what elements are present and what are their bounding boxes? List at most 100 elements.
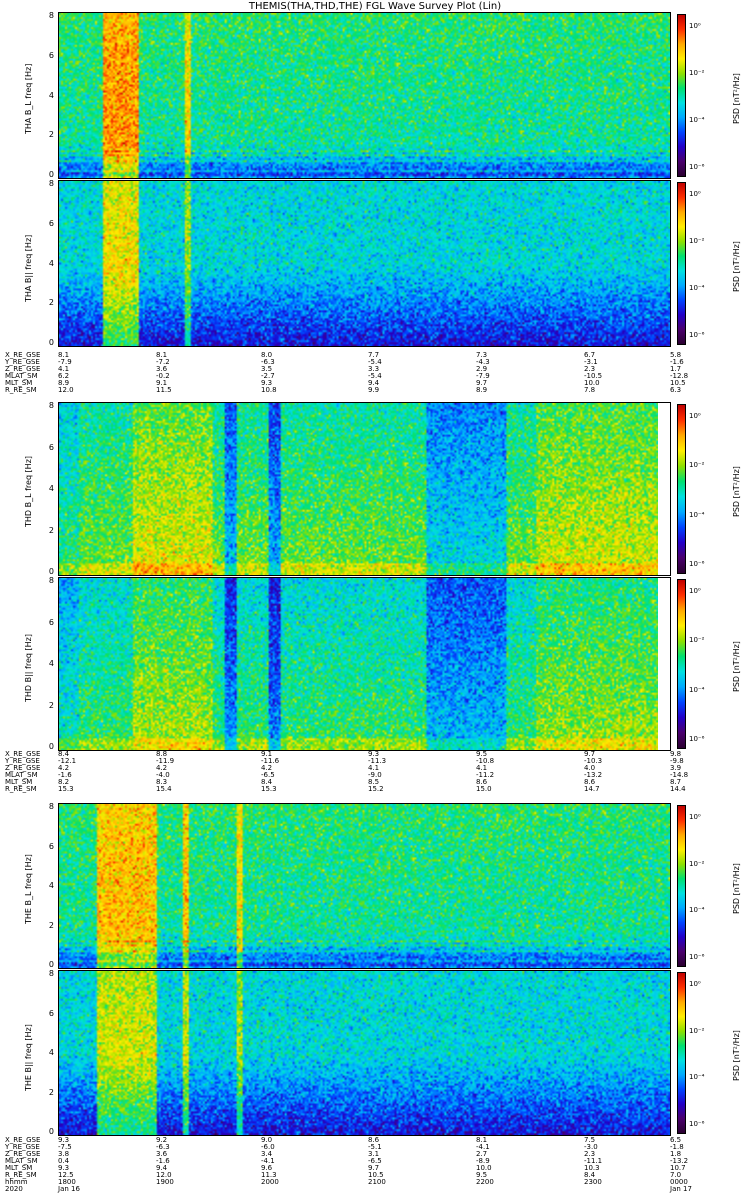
colorbar-tick-label: 10⁻² <box>689 237 705 245</box>
y-tick-label: 6 <box>48 442 54 452</box>
colorbar-tick-label: 10⁻² <box>689 859 705 868</box>
ephemeris-value: 12.0 <box>58 386 74 394</box>
colorbar-tick-label: 10⁻⁴ <box>689 284 705 292</box>
y-tick-label: 2 <box>48 1087 54 1097</box>
colorbar-tick-label: 10⁰ <box>689 412 701 420</box>
ephemeris-value: 15.3 <box>58 785 74 793</box>
y-axis-label: THE B_L freq [Hz] <box>24 854 33 924</box>
thd-perp-spectrogram <box>58 402 671 576</box>
y-tick-label: 4 <box>48 881 54 890</box>
ephemeris-value: 6.3 <box>670 386 682 394</box>
ephemeris-value: 15.4 <box>156 785 172 793</box>
thd-perp-psd-heatmap <box>59 403 670 575</box>
y-tick-label: 8 <box>48 969 54 978</box>
ephemeris-value: 11.5 <box>156 386 172 394</box>
colorbar-tick-label: 10⁰ <box>689 190 701 198</box>
y-tick-label: 4 <box>48 659 54 668</box>
ephemeris-value: 7.8 <box>584 386 596 394</box>
tha-perp-psd-heatmap <box>59 13 670 178</box>
colorbar-tick-label: 10⁻⁶ <box>689 953 705 961</box>
y-tick-label: 8 <box>48 11 54 20</box>
y-axis-label: THD B_L freq [Hz] <box>24 455 33 527</box>
ephemeris-value: 15.0 <box>476 785 492 793</box>
colorbar-tick-label: 10⁻⁶ <box>689 163 705 171</box>
colorbar-tick-label: 10⁻⁴ <box>689 116 705 124</box>
y-tick-label: 8 <box>48 576 54 585</box>
colorbar <box>677 404 686 574</box>
colorbar <box>677 14 686 177</box>
y-axis-label: THA B_L freq [Hz] <box>24 63 33 134</box>
y-tick-label: 0 <box>48 742 54 751</box>
ephemeris-value: Jan 17 <box>670 1185 692 1193</box>
y-tick-label: 2 <box>48 298 54 308</box>
y-tick-label: 4 <box>48 1048 54 1057</box>
ephemeris-value: 1900 <box>156 1178 174 1186</box>
colorbar <box>677 182 686 345</box>
y-tick-label: 6 <box>48 218 54 228</box>
ephemeris-row-label: R_RE_SM <box>5 386 37 394</box>
the-perp-spectrogram <box>58 803 671 969</box>
the-par-psd-heatmap <box>59 971 670 1135</box>
y-tick-label: 0 <box>48 338 54 347</box>
y-axis-label: THE B|| freq [Hz] <box>24 1024 33 1091</box>
colorbar-tick-label: 10⁰ <box>689 813 701 821</box>
tha-perp-spectrogram <box>58 12 671 179</box>
colorbar-tick-label: 10⁻² <box>689 461 705 470</box>
colorbar-tick-label: 10⁰ <box>689 980 701 988</box>
colorbar-label: PSD [nT²/Hz] <box>732 72 741 124</box>
ephemeris-value: Jan 16 <box>58 1185 80 1193</box>
colorbar-tick-label: 10⁻⁴ <box>689 685 705 694</box>
colorbar-tick-label: 10⁻⁴ <box>689 906 705 915</box>
colorbar-label: PSD [nT²/Hz] <box>732 466 741 517</box>
y-tick-label: 4 <box>48 258 54 268</box>
y-tick-label: 2 <box>48 130 54 140</box>
y-tick-label: 4 <box>48 484 54 493</box>
data-gap <box>658 578 670 750</box>
colorbar-tick-label: 10⁰ <box>689 587 701 595</box>
ephemeris-value: 14.7 <box>584 785 600 793</box>
y-tick-label: 6 <box>48 1008 54 1018</box>
y-tick-label: 8 <box>48 802 54 811</box>
colorbar-label: PSD [nT²/Hz] <box>732 641 741 692</box>
ephemeris-value: 2100 <box>368 1178 386 1186</box>
ephemeris-value: 2200 <box>476 1178 494 1186</box>
colorbar <box>677 972 686 1134</box>
thd-par-spectrogram <box>58 577 671 751</box>
y-tick-label: 0 <box>48 567 54 576</box>
y-tick-label: 6 <box>48 50 54 60</box>
tha-par-psd-heatmap <box>59 181 670 346</box>
y-tick-label: 6 <box>48 841 54 851</box>
y-tick-label: 2 <box>48 920 54 930</box>
colorbar-label: PSD [nT²/Hz] <box>732 240 741 292</box>
colorbar-tick-label: 10⁻⁶ <box>689 560 705 568</box>
ephemeris-row-label: 2020 <box>5 1185 23 1193</box>
colorbar-tick-label: 10⁻² <box>689 1026 705 1035</box>
page-title: THEMIS(THA,THD,THE) FGL Wave Survey Plot… <box>248 1 502 12</box>
y-axis-label: THA B|| freq [Hz] <box>24 234 33 302</box>
ephemeris-row-label: R_RE_SM <box>5 785 37 793</box>
y-axis-label: THD B|| freq [Hz] <box>24 634 33 702</box>
colorbar <box>677 579 686 749</box>
ephemeris-value: 15.2 <box>368 785 384 793</box>
y-tick-label: 8 <box>48 401 54 410</box>
ephemeris-value: 2300 <box>584 1178 602 1186</box>
y-tick-label: 0 <box>48 1127 54 1136</box>
colorbar-tick-label: 10⁻⁶ <box>689 1120 705 1128</box>
thd-par-psd-heatmap <box>59 578 670 750</box>
y-tick-label: 0 <box>48 960 54 969</box>
colorbar-tick-label: 10⁻² <box>689 69 705 77</box>
colorbar-tick-label: 10⁻⁶ <box>689 735 705 743</box>
y-tick-label: 6 <box>48 617 54 627</box>
colorbar-label: PSD [nT²/Hz] <box>732 1030 741 1081</box>
y-tick-label: 0 <box>48 170 54 179</box>
colorbar-tick-label: 10⁻⁶ <box>689 331 705 339</box>
y-tick-label: 4 <box>48 90 54 100</box>
y-tick-label: 8 <box>48 179 54 188</box>
colorbar <box>677 805 686 967</box>
ephemeris-value: 2000 <box>261 1178 279 1186</box>
ephemeris-value: 14.4 <box>670 785 686 793</box>
colorbar-tick-label: 10⁻⁴ <box>689 1073 705 1082</box>
colorbar-tick-label: 10⁰ <box>689 22 701 30</box>
ephemeris-value: 15.3 <box>261 785 277 793</box>
tha-par-spectrogram <box>58 180 671 347</box>
